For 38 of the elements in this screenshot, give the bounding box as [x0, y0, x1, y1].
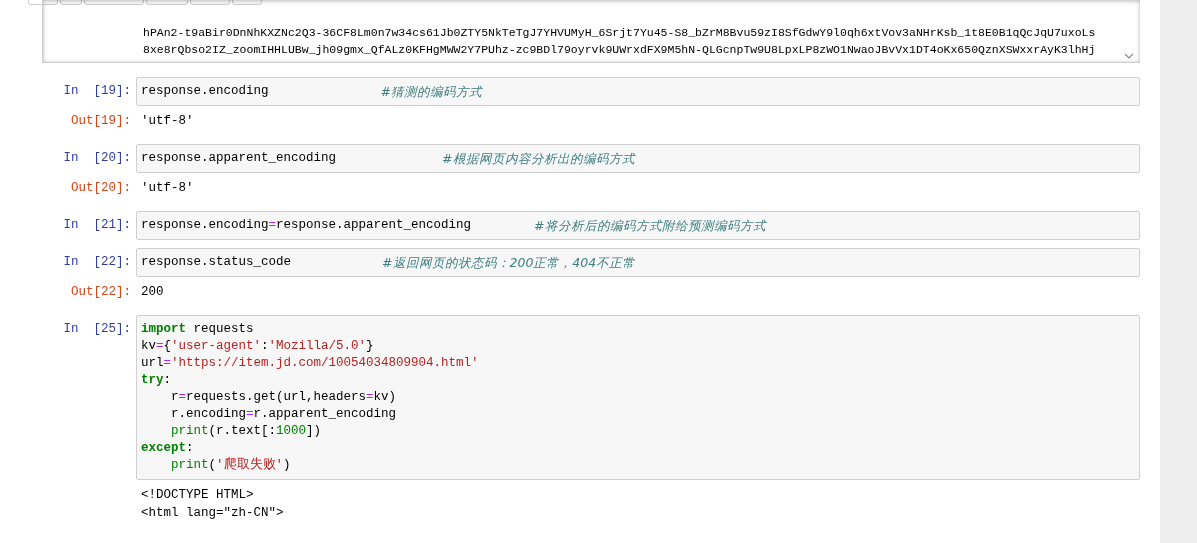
code-input-cell[interactable]: response.apparent_encoding #根据网页内容分析出的编码方式 — [136, 144, 1140, 173]
code-input-cell[interactable]: response.status_code #返回网页的状态码：200正常，404不正常 — [136, 248, 1140, 277]
input-prompt: In [22]: — [62, 254, 132, 271]
code-line: print('爬取失败') — [170, 457, 291, 474]
code-line: response.status_code — [141, 254, 292, 271]
code-line: except: — [141, 440, 194, 457]
code-comment: #返回网页的状态码：200正常，404不正常 — [382, 254, 636, 271]
output-prompt: Out[19]: — [70, 113, 132, 130]
code-line: response.apparent_encoding — [141, 150, 337, 167]
code-comment: #根据网页内容分析出的编码方式 — [442, 150, 635, 167]
output-text: hPAn2-t9aBir0DnNhKXZNc2Q3-36CF8Lm0n7w34cs61Jb0ZTY5NkTeTgJ7YHVUMyH_6Srjt7Yu45-S8_bZrM8Bvu59zI8SfGdwY9l0qh6xtVov3aNHrKsb_1t8E0B1qQcJqU7uxoLs — [143, 25, 1097, 41]
code-line: import requests — [141, 321, 254, 338]
code-comment: #将分析后的编码方式附给预测编码方式 — [534, 217, 766, 234]
code-input-cell[interactable]: response.encoding #猜测的编码方式 — [136, 77, 1140, 106]
output-prompt: Out[22]: — [70, 284, 132, 301]
code-input-cell[interactable] — [136, 315, 1140, 480]
code-input-cell[interactable]: response.encoding=response.apparent_encoding #将分析后的编码方式附给预测编码方式 — [136, 211, 1140, 240]
input-prompt: In [20]: — [62, 150, 132, 167]
output-text: <html lang="zh-CN"> — [141, 505, 284, 522]
output-text: 'utf-8' — [141, 113, 194, 130]
code-line: r.encoding=r.apparent_encoding — [170, 406, 397, 423]
output-prompt: Out[20]: — [70, 180, 132, 197]
output-text: <!DOCTYPE HTML> — [141, 487, 255, 504]
input-prompt: In [21]: — [62, 217, 132, 234]
code-line: response.encoding=response.apparent_encoding — [141, 217, 472, 234]
output-text: 200 — [141, 284, 164, 301]
code-line: r=requests.get(url,headers=kv) — [170, 389, 397, 406]
code-line: url='https://item.jd.com/10054034809904.html' — [141, 355, 479, 372]
input-prompt: In [19]: — [62, 83, 132, 100]
scroll-down-icon[interactable] — [1124, 53, 1134, 60]
code-line: response.encoding — [141, 83, 269, 100]
input-prompt: In [25]: — [62, 321, 132, 338]
code-comment: #猜测的编码方式 — [380, 83, 482, 100]
code-line: kv={'user-agent':'Mozilla/5.0'} — [141, 338, 374, 355]
output-text: 'utf-8' — [141, 180, 194, 197]
output-text: 8xe8rQbso2IZ_zoomIHHLUBw_jh09gmx_QfALz0KFHgMWW2Y7PUhz-zc9BDl79oyrvk9UWrxdFX9M5hN-QLGcnpTw9U8LpxLP8zWO1NwaoJBvVx1DT4oKx650QznXSWxxrAyK3lhHj — [143, 42, 1097, 58]
code-line: print(r.text[:1000]) — [170, 423, 322, 440]
code-line: try: — [141, 372, 172, 389]
